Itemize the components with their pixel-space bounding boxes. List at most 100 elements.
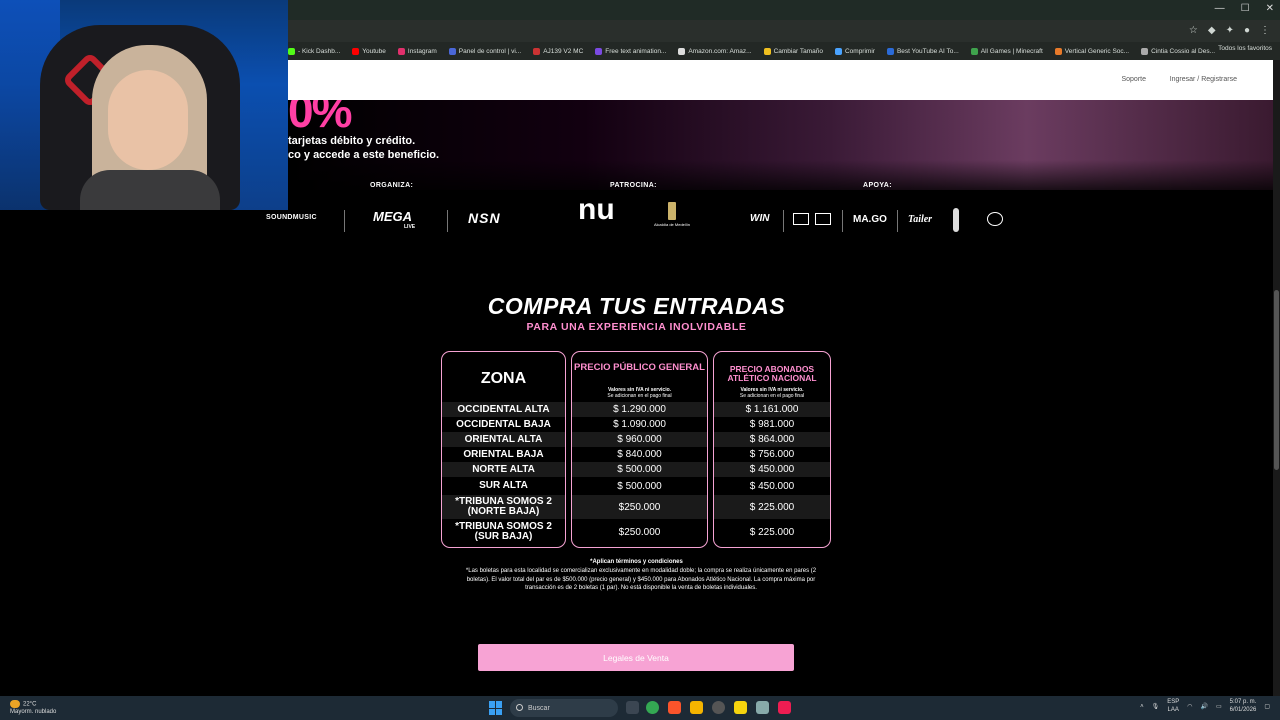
bookmark-label: Free text animation... [605, 47, 667, 55]
bookmark-favicon-icon [1054, 47, 1062, 55]
terms-text: *Las boletas para esta localidad se come… [465, 568, 817, 591]
tiktok-icon[interactable] [778, 701, 791, 714]
clock-time: 5:07 p. m. [1229, 699, 1257, 705]
microphone-icon[interactable]: 🎙 [1152, 703, 1160, 710]
menu-icon[interactable]: ⋮ [1260, 25, 1270, 36]
bookmark-label: Amazon.com: Amaz... [688, 47, 752, 55]
close-icon[interactable]: ✕ [1266, 3, 1274, 14]
weather-temp: 22°C [23, 701, 37, 708]
publico-price-cell: $ 960.000 [572, 432, 707, 447]
abonados-header: PRECIO ABONADOS ATLÉTICO NACIONAL [727, 364, 817, 383]
weather-widget[interactable]: 22°C Mayorm. nublado [10, 700, 56, 716]
weather-icon [10, 700, 20, 708]
organiza-label: ORGANIZA: [370, 182, 414, 189]
chrome-icon[interactable] [646, 701, 659, 714]
bookmark-item[interactable]: AJ139 V2 MC [533, 47, 583, 55]
partner-logo-icon [815, 213, 831, 225]
zona-cell: *TRIBUNA SOMOS 2 (SUR BAJA) [455, 521, 552, 542]
wifi-icon[interactable]: ◠ [1187, 703, 1192, 710]
system-tray: ˄ 🎙 ESP LAA ◠ 🔊 ▭ 5:07 p. m. 6/01/2026 ▢ [1140, 699, 1270, 714]
volume-icon[interactable]: 🔊 [1200, 703, 1207, 710]
zona-header: ZONA [480, 370, 527, 387]
bookmark-item[interactable]: Panel de control | vi... [448, 47, 521, 55]
browser-toolbar-icons: ☆ ◆ ✦ ● ⋮ [1189, 25, 1270, 36]
zona-cell: OCCIDENTAL ALTA [442, 402, 565, 417]
hero-banner: 0% tarjetas débito y crédito. co y acced… [288, 100, 1273, 190]
bookmark-item[interactable]: Amazon.com: Amaz... [678, 47, 752, 55]
bookmark-item[interactable]: Comprimir [834, 47, 875, 55]
mega-logo: MEGA [373, 209, 412, 224]
task-view-icon[interactable] [626, 701, 639, 714]
terms-title: *Aplican términos y condiciones [590, 559, 683, 565]
chevron-up-icon[interactable]: ˄ [1140, 704, 1144, 710]
language-indicator[interactable]: ESP LAA [1167, 699, 1179, 714]
partner-logo-icon [793, 213, 809, 225]
abonados-price-cell: $ 1.161.000 [714, 402, 830, 417]
bookmark-favicon-icon [288, 47, 295, 55]
tickets-subtitle: PARA UNA EXPERIENCIA INOLVIDABLE [526, 321, 747, 333]
webcam-person-shirt [80, 170, 220, 210]
bookmark-favicon-icon [678, 47, 686, 55]
abonados-note: Valores sin IVA ni servicio. Se adicionan… [714, 387, 830, 399]
zona-cell: *TRIBUNA SOMOS 2 (NORTE BAJA) [442, 495, 565, 519]
bookmark-favicon-icon [533, 47, 541, 55]
taskbar-search[interactable]: Buscar [510, 699, 618, 717]
address-bar[interactable]: ☆ ◆ ✦ ● ⋮ [288, 20, 1280, 42]
bookmark-item[interactable]: Vertical Generic Soc... [1054, 47, 1129, 55]
mega-live-logo: LIVE [404, 224, 416, 230]
extension-icon[interactable]: ◆ [1208, 25, 1216, 36]
scrollbar-thumb[interactable] [1274, 290, 1279, 470]
bookmark-item[interactable]: All Games | Minecraft [970, 47, 1043, 55]
note-line2: Se adicionan en el pago final [739, 392, 805, 399]
nsn-logo: NSN [468, 210, 501, 226]
brave-icon[interactable] [668, 701, 681, 714]
bookmark-favicon-icon [397, 47, 405, 55]
app-icon[interactable] [756, 701, 769, 714]
maximize-icon[interactable]: ☐ [1241, 3, 1250, 14]
publico-price-cell: $ 500.000 [572, 462, 707, 477]
bookmark-favicon-icon [763, 47, 771, 55]
notification-icon[interactable]: ▢ [1264, 703, 1270, 710]
bookmark-favicon-icon [595, 47, 603, 55]
sponsor-divider [447, 210, 448, 232]
publico-column: PRECIO PÚBLICO GENERAL Valores sin IVA n… [571, 351, 708, 548]
abonados-price-cell: $ 450.000 [714, 462, 830, 477]
abonados-price-cell: $ 981.000 [749, 419, 795, 430]
publico-price-cell: $ 840.000 [617, 449, 662, 460]
search-icon [516, 704, 523, 711]
publico-header: PRECIO PÚBLICO GENERAL [574, 362, 705, 373]
tickets-title: COMPRA TUS ENTRADAS [487, 293, 786, 319]
bookmark-favicon-icon [352, 47, 360, 55]
obs-icon[interactable] [712, 701, 725, 714]
support-link[interactable]: Soporte [1121, 76, 1146, 83]
star-icon[interactable]: ☆ [1189, 25, 1198, 36]
bookmark-item[interactable]: Free text animation... [595, 47, 667, 55]
bookmark-item[interactable]: - Kick Dashb... [288, 47, 340, 55]
zona-cell: SUR ALTA [479, 480, 528, 491]
minimize-icon[interactable]: — [1215, 3, 1225, 14]
login-link[interactable]: Ingresar / Registrarse [1170, 76, 1237, 83]
battery-icon[interactable]: ▭ [1216, 703, 1222, 710]
clock[interactable]: 5:07 p. m. 6/01/2026 [1230, 699, 1257, 714]
legales-de-venta-button[interactable]: Legales de Venta [478, 644, 794, 671]
bookmark-favicon-icon [448, 47, 456, 55]
publico-note: Valores sin IVA ni servicio. Se adicionan… [572, 387, 707, 399]
zona-cell: OCCIDENTAL BAJA [456, 418, 551, 430]
search-label: Buscar [528, 704, 550, 712]
favorites-folder[interactable]: Todos los favoritos [1218, 45, 1272, 52]
file-explorer-icon[interactable] [690, 701, 703, 714]
bookmark-item[interactable]: Cambiar Tamaño [763, 47, 823, 55]
window-controls: — ☐ ✕ [1215, 3, 1274, 14]
windows-start-icon[interactable] [489, 701, 503, 715]
partner-crest-icon [987, 212, 1003, 226]
notes-icon[interactable] [734, 701, 747, 714]
clock-date: 6/01/2026 [1229, 706, 1257, 713]
puzzle-icon[interactable]: ✦ [1226, 25, 1234, 36]
bookmark-label: Cambiar Tamaño [773, 47, 823, 55]
bookmark-item[interactable]: Cintia Cossio al Des... [1141, 47, 1215, 55]
bookmark-item[interactable]: Best YouTube AI To... [886, 47, 959, 55]
bookmark-item[interactable]: Youtube [352, 47, 386, 55]
profile-icon[interactable]: ● [1244, 25, 1250, 36]
bookmark-item[interactable]: Instagram [397, 47, 437, 55]
bottle-logo-icon [953, 208, 959, 232]
